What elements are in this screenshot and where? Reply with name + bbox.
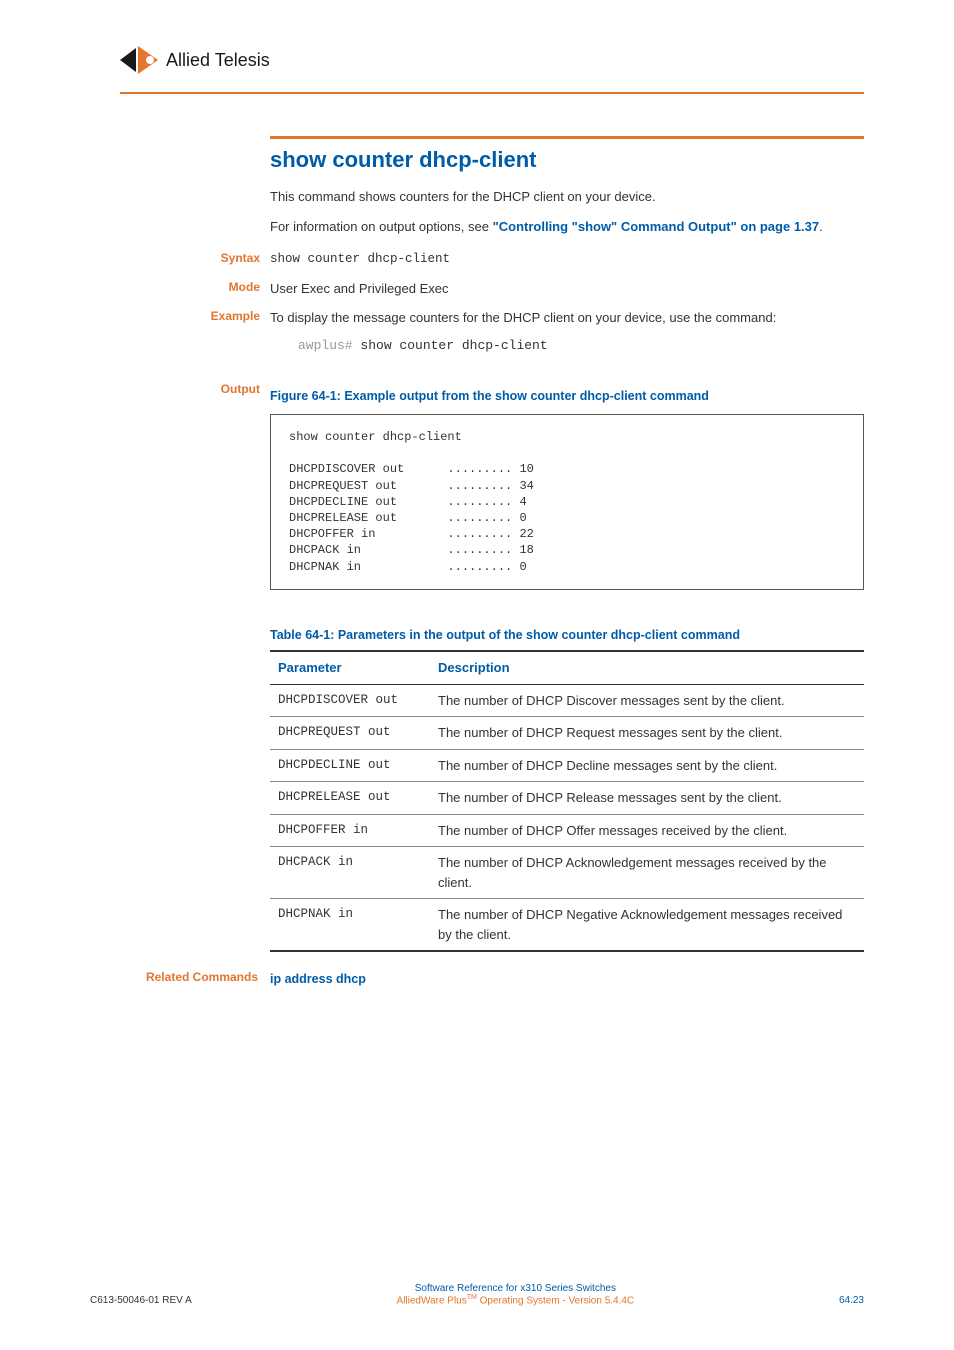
param-cell: DHCPACK in	[270, 847, 430, 899]
footer-center-line2: AlliedWare PlusTM Operating System - Ver…	[192, 1294, 839, 1306]
output-box: show counter dhcp-client DHCPDISCOVER ou…	[270, 414, 864, 590]
desc-cell: The number of DHCP Acknowledgement messa…	[430, 847, 864, 899]
output-label: Output	[150, 381, 260, 396]
related-link-ip-address-dhcp[interactable]: ip address dhcp	[270, 972, 366, 986]
table-row: DHCPDISCOVER outThe number of DHCP Disco…	[270, 684, 864, 717]
table-row: DHCPNAK inThe number of DHCP Negative Ac…	[270, 899, 864, 952]
parameter-table: Parameter Description DHCPDISCOVER outTh…	[270, 650, 864, 952]
section-rule	[270, 136, 864, 139]
table-row: DHCPACK inThe number of DHCP Acknowledge…	[270, 847, 864, 899]
prompt-text: awplus#	[298, 338, 353, 353]
footer-tm: TM	[467, 1294, 477, 1301]
page-footer: C613-50046-01 REV A Software Reference f…	[90, 1283, 864, 1306]
table-row: DHCPOFFER inThe number of DHCP Offer mes…	[270, 814, 864, 847]
intro2-post: .	[819, 219, 823, 234]
example-text: To display the message counters for the …	[270, 308, 864, 328]
desc-cell: The number of DHCP Decline messages sent…	[430, 749, 864, 782]
footer-c2-post: Operating System - Version 5.4.4C	[477, 1295, 634, 1306]
logo-text: Allied Telesis	[166, 50, 270, 70]
intro-text-2: For information on output options, see "…	[270, 217, 864, 237]
param-cell: DHCPNAK in	[270, 899, 430, 952]
brand-logo: Allied Telesis	[120, 42, 280, 83]
table-row: DHCPDECLINE outThe number of DHCP Declin…	[270, 749, 864, 782]
syntax-label: Syntax	[150, 250, 260, 265]
figure-caption: Figure 64-1: Example output from the sho…	[270, 387, 864, 406]
table-row: DHCPRELEASE outThe number of DHCP Releas…	[270, 782, 864, 815]
page-title: show counter dhcp-client	[270, 147, 864, 173]
intro-text-1: This command shows counters for the DHCP…	[270, 187, 864, 207]
desc-cell: The number of DHCP Release messages sent…	[430, 782, 864, 815]
desc-cell: The number of DHCP Request messages sent…	[430, 717, 864, 750]
desc-cell: The number of DHCP Offer messages receiv…	[430, 814, 864, 847]
th-description: Description	[430, 651, 864, 684]
footer-center-line1: Software Reference for x310 Series Switc…	[192, 1283, 839, 1294]
th-parameter: Parameter	[270, 651, 430, 684]
syntax-command: show counter dhcp-client	[270, 250, 864, 269]
intro2-pre: For information on output options, see	[270, 219, 493, 234]
footer-left: C613-50046-01 REV A	[90, 1295, 192, 1306]
param-cell: DHCPDISCOVER out	[270, 684, 430, 717]
example-command: show counter dhcp-client	[360, 338, 547, 353]
footer-c2-pre: AlliedWare Plus	[397, 1295, 467, 1306]
table-caption: Table 64-1: Parameters in the output of …	[270, 626, 864, 645]
desc-cell: The number of DHCP Discover messages sen…	[430, 684, 864, 717]
param-cell: DHCPDECLINE out	[270, 749, 430, 782]
param-cell: DHCPRELEASE out	[270, 782, 430, 815]
param-cell: DHCPOFFER in	[270, 814, 430, 847]
mode-label: Mode	[150, 279, 260, 294]
related-commands-label: Related Commands	[118, 970, 258, 984]
mode-text: User Exec and Privileged Exec	[270, 279, 864, 299]
param-cell: DHCPREQUEST out	[270, 717, 430, 750]
footer-right-page-number: 64.23	[839, 1295, 864, 1306]
header-rule	[120, 92, 864, 94]
table-row: DHCPREQUEST outThe number of DHCP Reques…	[270, 717, 864, 750]
example-label: Example	[150, 308, 260, 323]
controlling-show-link[interactable]: "Controlling "show" Command Output" on p…	[493, 219, 820, 234]
desc-cell: The number of DHCP Negative Acknowledgem…	[430, 899, 864, 952]
